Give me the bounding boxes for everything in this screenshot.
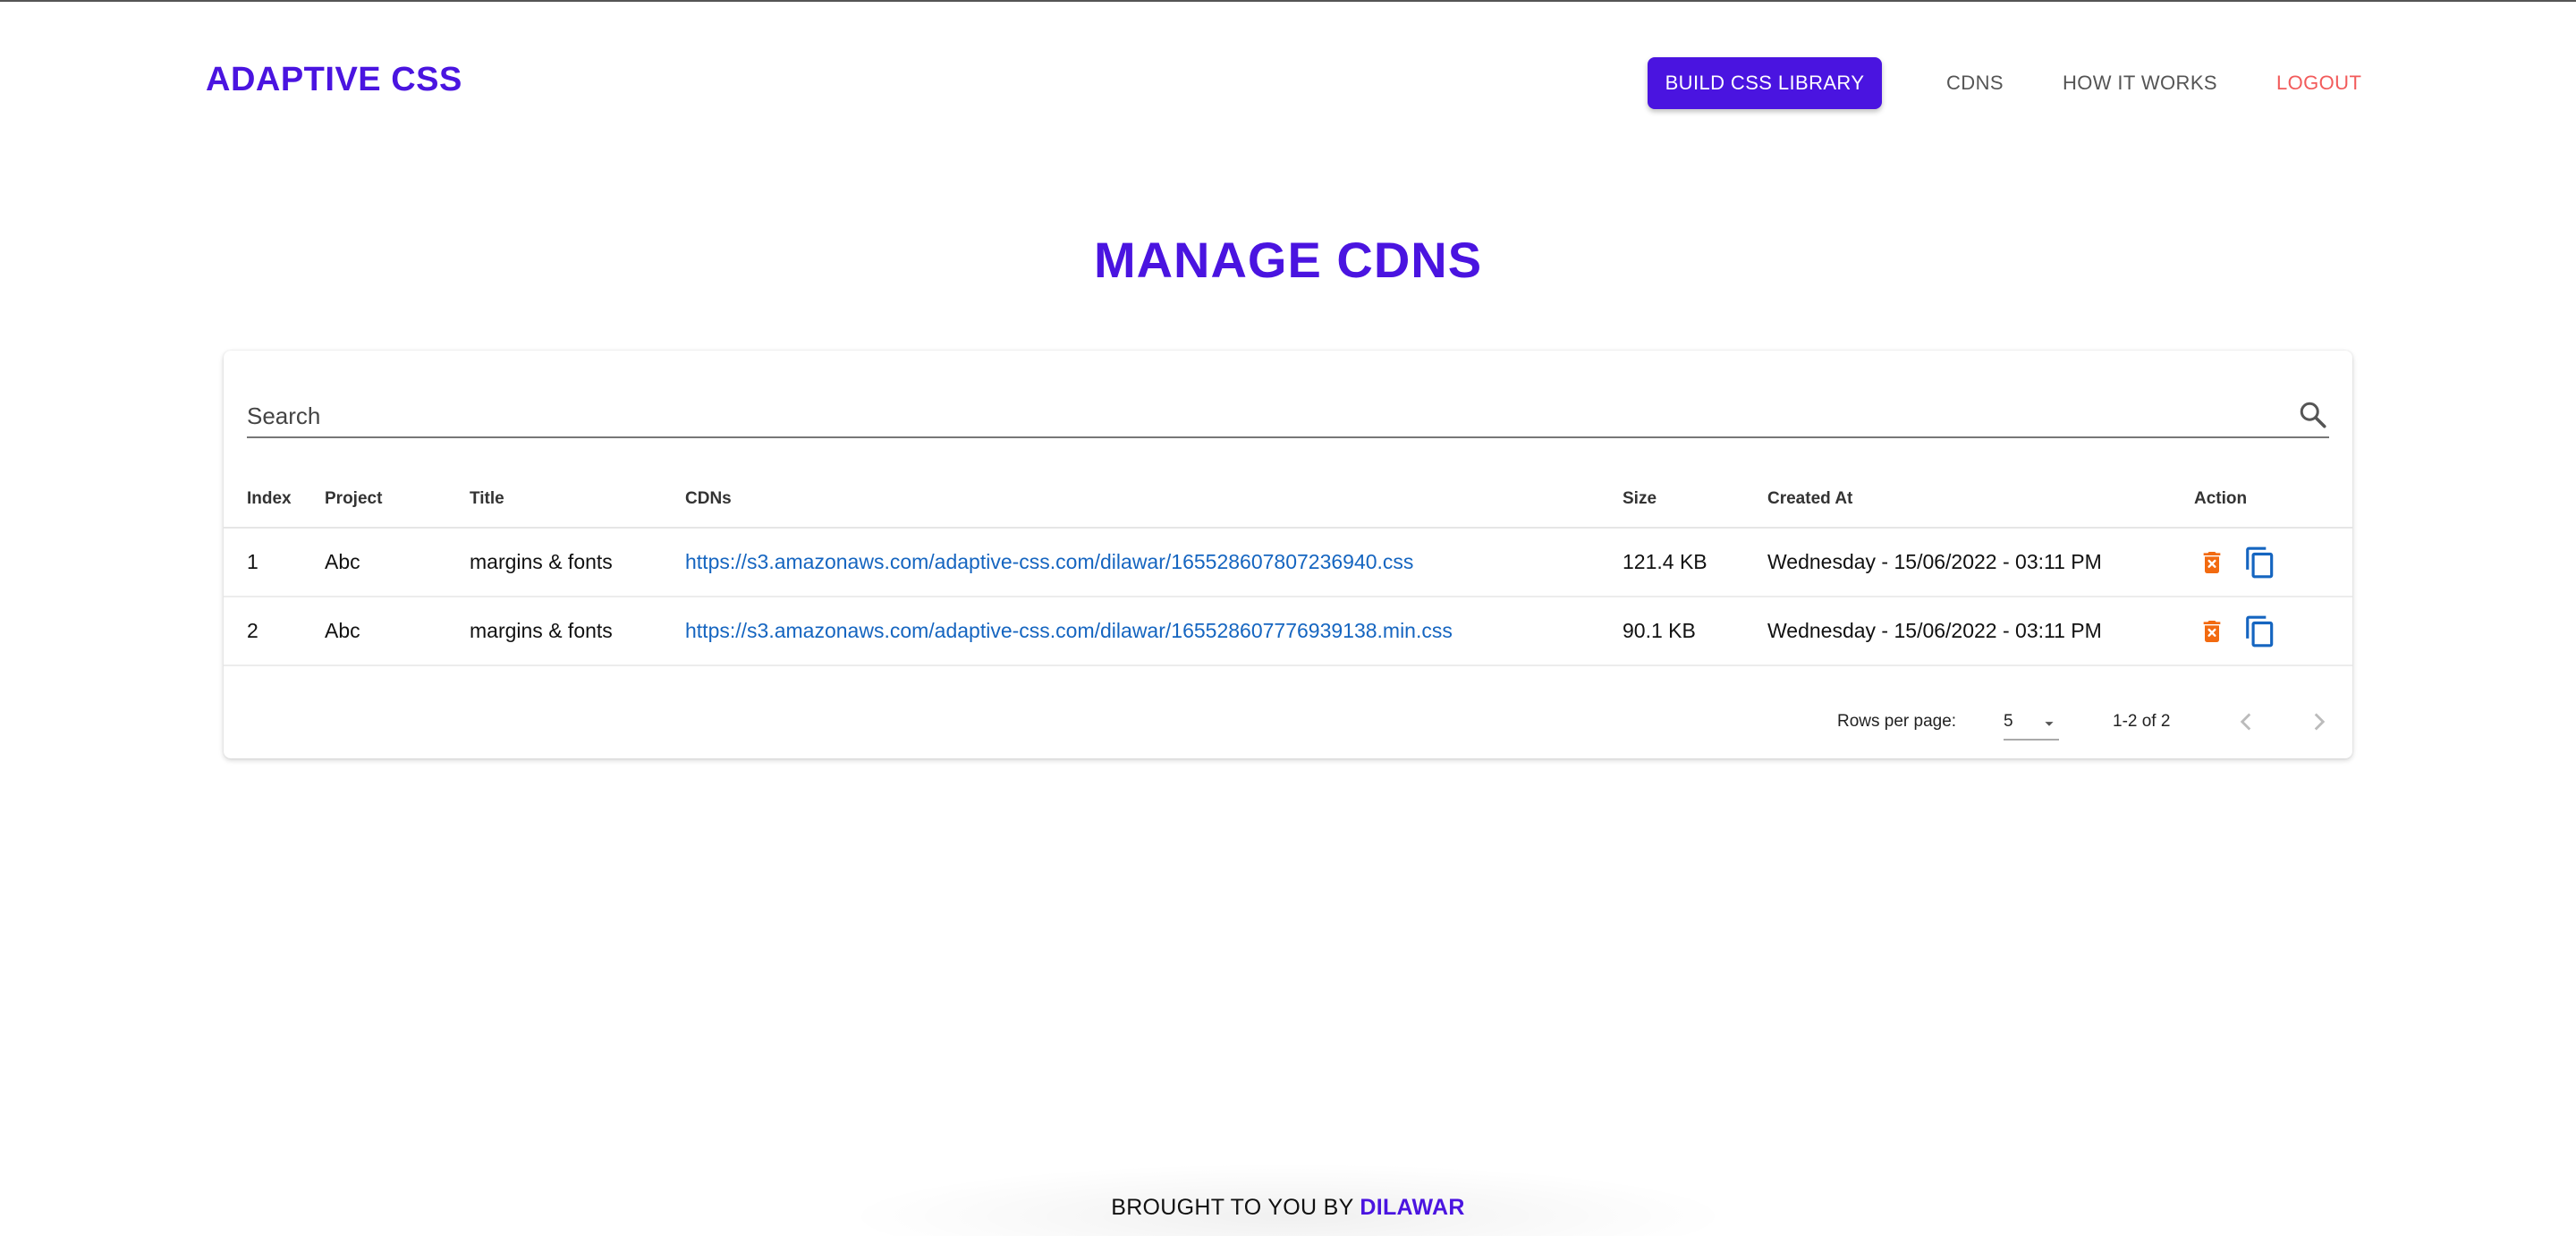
- chevron-left-icon[interactable]: [2231, 707, 2261, 737]
- column-header-index: Index: [224, 470, 325, 529]
- cdn-link[interactable]: https://s3.amazonaws.com/adaptive-css.co…: [685, 619, 1453, 642]
- caret-down-icon: [2045, 722, 2054, 726]
- nav-link-cdns[interactable]: CDNS: [1946, 72, 2004, 95]
- cell-cdn: https://s3.amazonaws.com/adaptive-css.co…: [685, 528, 1623, 597]
- cell-index: 1: [224, 528, 325, 597]
- row-actions: [2194, 545, 2352, 580]
- delete-icon[interactable]: [2194, 545, 2230, 580]
- search-input[interactable]: [247, 395, 2277, 436]
- cell-created-at: Wednesday - 15/06/2022 - 03:11 PM: [1767, 597, 2194, 666]
- table-pagination: Rows per page: 5 1-2 of 2: [224, 698, 2352, 749]
- copy-icon[interactable]: [2242, 614, 2278, 649]
- cdn-link[interactable]: https://s3.amazonaws.com/adaptive-css.co…: [685, 550, 1413, 573]
- copy-icon[interactable]: [2242, 545, 2278, 580]
- table-header-row: Index Project Title CDNs Size Created At…: [224, 470, 2352, 529]
- search-icon[interactable]: [2297, 399, 2329, 431]
- column-header-size: Size: [1623, 470, 1767, 529]
- cell-project: Abc: [325, 528, 470, 597]
- table-row: 1 Abc margins & fonts https://s3.amazona…: [224, 528, 2352, 597]
- row-actions: [2194, 614, 2352, 649]
- app-header: ADAPTIVE CSS BUILD CSS LIBRARY CDNS HOW …: [0, 0, 2576, 165]
- cell-created-at: Wednesday - 15/06/2022 - 03:11 PM: [1767, 528, 2194, 597]
- footer: BROUGHT TO YOU BY DILAWAR: [0, 1195, 2576, 1221]
- footer-prefix: BROUGHT TO YOU BY: [1111, 1195, 1354, 1220]
- column-header-created-at: Created At: [1767, 470, 2194, 529]
- cell-action: [2194, 597, 2352, 666]
- rows-per-page-value: 5: [2004, 712, 2013, 731]
- delete-icon[interactable]: [2194, 614, 2230, 649]
- brand-logo[interactable]: ADAPTIVE CSS: [206, 61, 462, 99]
- cell-action: [2194, 528, 2352, 597]
- cdn-table: Index Project Title CDNs Size Created At…: [224, 470, 2352, 666]
- cdn-table-card: Index Project Title CDNs Size Created At…: [224, 351, 2352, 758]
- pagination-range: 1-2 of 2: [2113, 712, 2171, 731]
- search-field: [247, 395, 2329, 438]
- cell-size: 121.4 KB: [1623, 528, 1767, 597]
- build-css-library-button[interactable]: BUILD CSS LIBRARY: [1648, 57, 1882, 109]
- column-header-project: Project: [325, 470, 470, 529]
- column-header-action: Action: [2194, 470, 2352, 529]
- rows-per-page-label: Rows per page:: [1837, 712, 1957, 731]
- nav-link-logout[interactable]: LOGOUT: [2276, 72, 2361, 95]
- table-row: 2 Abc margins & fonts https://s3.amazona…: [224, 597, 2352, 666]
- cell-index: 2: [224, 597, 325, 666]
- column-header-cdns: CDNs: [685, 470, 1623, 529]
- nav-link-how-it-works[interactable]: HOW IT WORKS: [2063, 72, 2217, 95]
- column-header-title: Title: [470, 470, 685, 529]
- page-title: MANAGE CDNS: [1093, 232, 1483, 288]
- chevron-right-icon[interactable]: [2304, 707, 2334, 737]
- rows-per-page-select[interactable]: 5: [2004, 705, 2059, 741]
- cell-project: Abc: [325, 597, 470, 666]
- cell-cdn: https://s3.amazonaws.com/adaptive-css.co…: [685, 597, 1623, 666]
- cell-title: margins & fonts: [470, 597, 685, 666]
- cell-size: 90.1 KB: [1623, 597, 1767, 666]
- cell-title: margins & fonts: [470, 528, 685, 597]
- footer-author-link[interactable]: DILAWAR: [1360, 1195, 1464, 1220]
- main-nav: BUILD CSS LIBRARY CDNS HOW IT WORKS LOGO…: [1648, 57, 2361, 109]
